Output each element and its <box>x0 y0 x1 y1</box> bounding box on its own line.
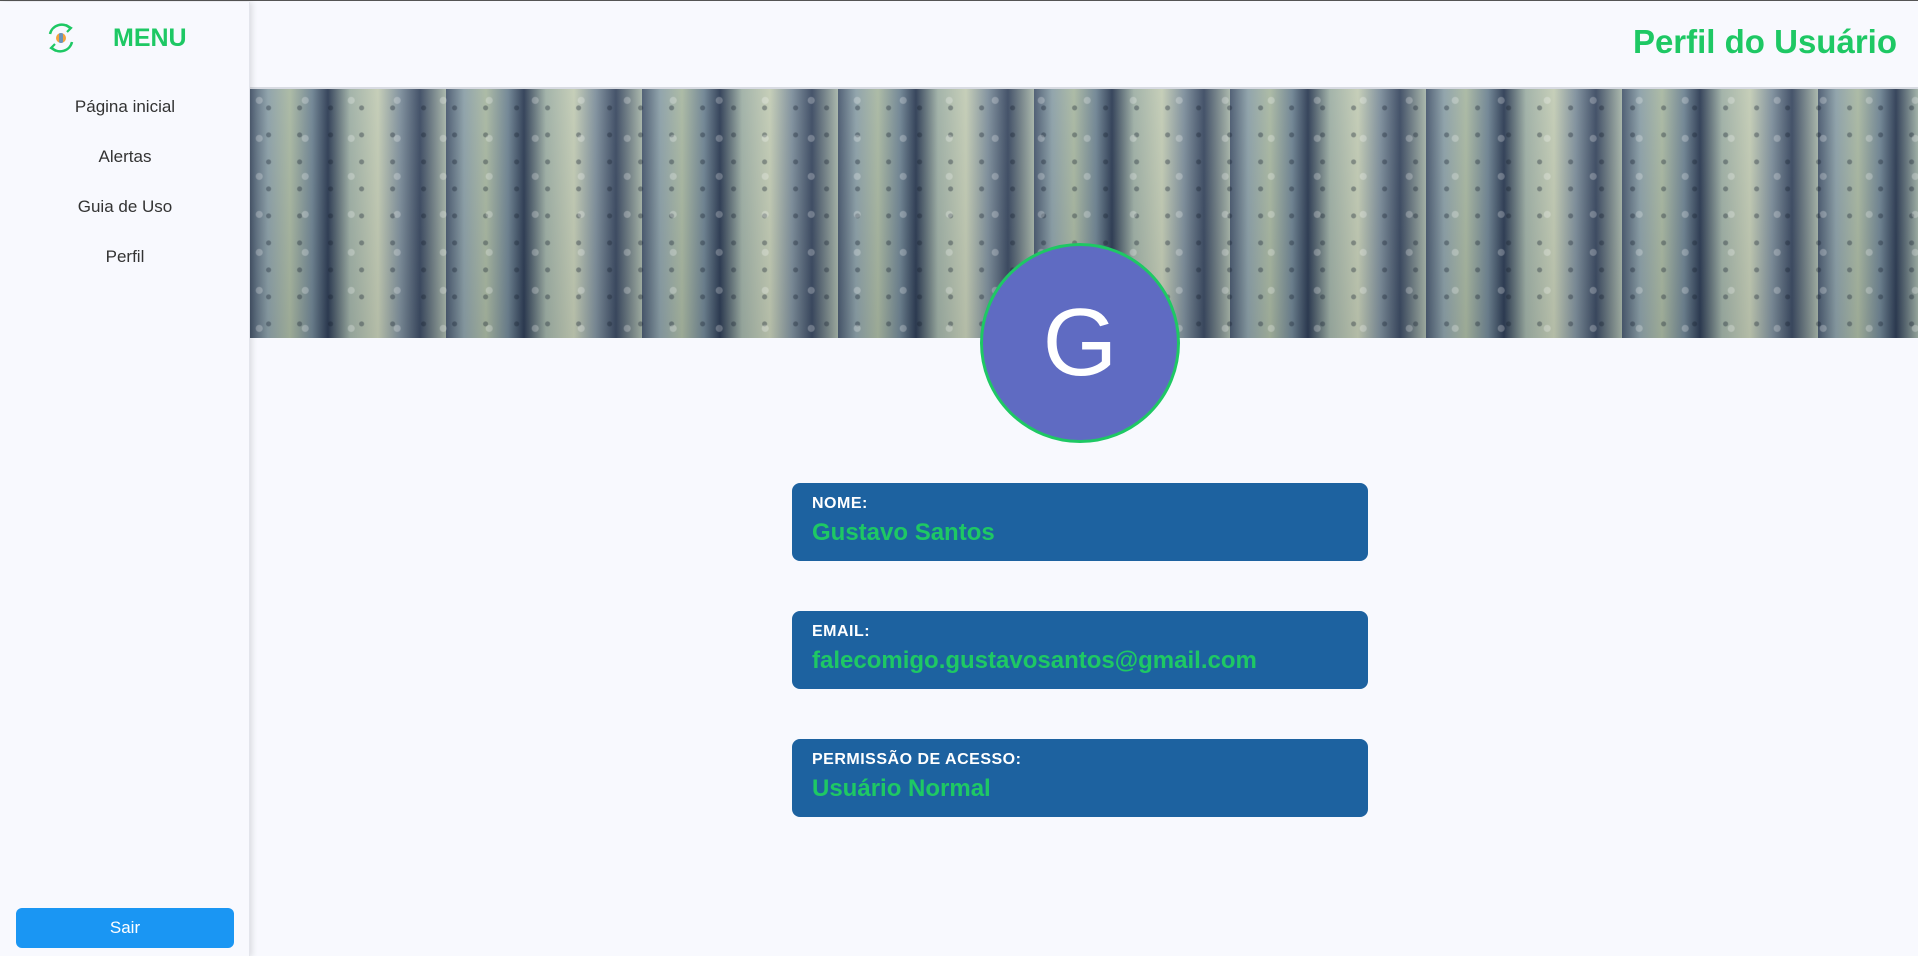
sidebar-item-alertas[interactable]: Alertas <box>0 140 250 190</box>
permission-card: PERMISSÃO DE ACESSO: Usuário Normal <box>792 739 1368 817</box>
logout-button[interactable]: Sair <box>16 908 234 948</box>
email-card: EMAIL: falecomigo.gustavosantos@gmail.co… <box>792 611 1368 689</box>
name-label: NOME: <box>812 495 868 512</box>
name-value: Gustavo Santos <box>812 519 995 546</box>
avatar: G <box>980 243 1180 443</box>
app-root: MENU Página inicial Alertas Guia de Uso … <box>0 0 1918 956</box>
sidebar-item-pagina-inicial[interactable]: Página inicial <box>0 90 250 140</box>
sidebar: MENU Página inicial Alertas Guia de Uso … <box>0 2 250 956</box>
email-value: falecomigo.gustavosantos@gmail.com <box>812 647 1257 674</box>
sidebar-header: MENU <box>0 2 250 74</box>
name-card: NOME: Gustavo Santos <box>792 483 1368 561</box>
sidebar-nav: Página inicial Alertas Guia de Uso Perfi… <box>0 90 250 290</box>
sidebar-item-guia-de-uso[interactable]: Guia de Uso <box>0 190 250 240</box>
page-title: Perfil do Usuário <box>1632 23 1897 60</box>
permission-value: Usuário Normal <box>812 775 991 802</box>
avatar-initial: G <box>1042 289 1118 396</box>
email-label: EMAIL: <box>812 623 871 640</box>
permission-label: PERMISSÃO DE ACESSO: <box>812 751 1022 768</box>
sidebar-item-perfil[interactable]: Perfil <box>0 240 250 290</box>
app-logo-icon[interactable] <box>44 20 78 56</box>
menu-title: MENU <box>113 24 187 52</box>
